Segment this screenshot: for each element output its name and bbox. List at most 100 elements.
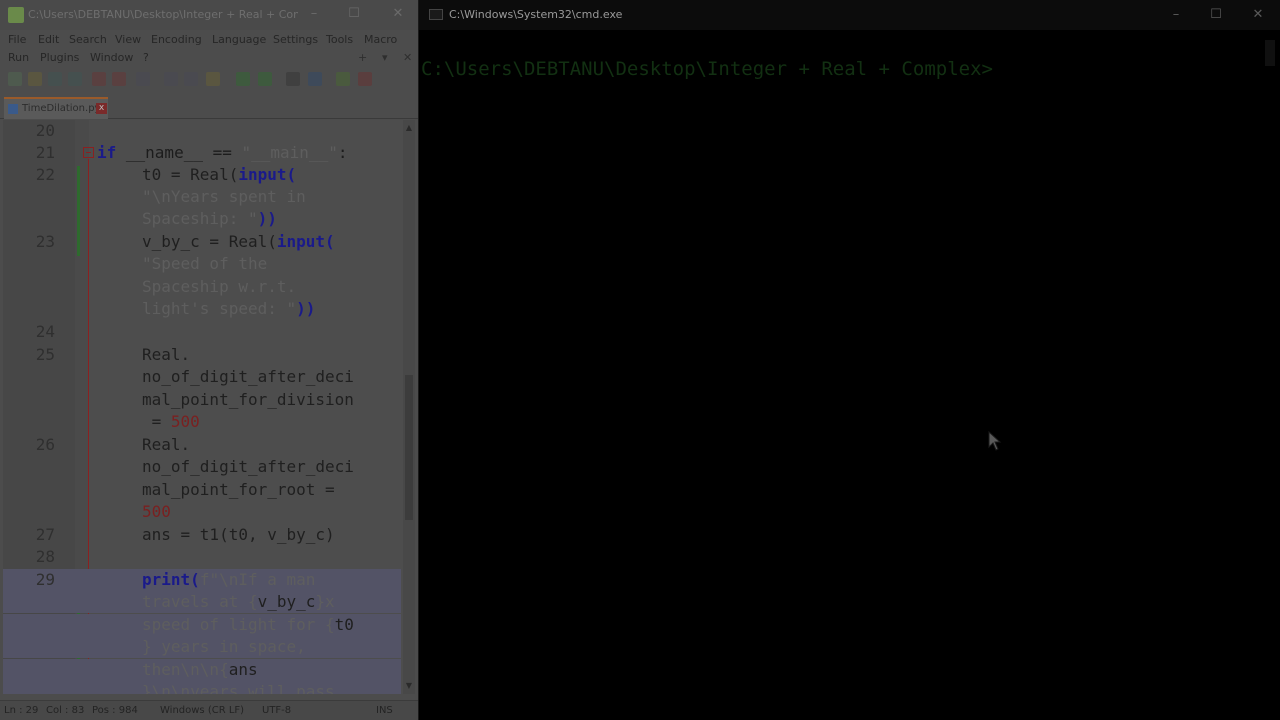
zoom-in-icon[interactable] xyxy=(336,72,350,86)
close-icon[interactable]: ✕ xyxy=(1249,6,1267,24)
code-token: ans xyxy=(228,660,258,679)
code-token: }\n\nyears will pass xyxy=(142,682,335,694)
line-number: 29 xyxy=(35,570,55,589)
notepad-plus-plus-window: C:\Users\DEBTANU\Desktop\Integer + Real … xyxy=(0,0,418,720)
code-line-wrap: }\n\nyears will pass xyxy=(3,681,401,694)
code-token: } years in space, xyxy=(142,637,306,656)
replace-icon[interactable] xyxy=(308,72,322,86)
print-icon[interactable] xyxy=(136,72,150,86)
code-token: v_by_c = Real( xyxy=(142,232,277,251)
status-column: Col : 83 xyxy=(46,705,85,716)
code-token: no_of_digit_after_deci xyxy=(142,457,354,476)
menu-tools[interactable]: Tools xyxy=(326,33,353,46)
menu-window[interactable]: Window xyxy=(90,51,133,64)
find-icon[interactable] xyxy=(286,72,300,86)
code-token: then\n\n{ xyxy=(142,660,229,679)
status-insert-mode: INS xyxy=(376,705,393,716)
close-file-icon[interactable] xyxy=(92,72,106,86)
code-token: ( xyxy=(286,165,297,184)
code-line-current: 29 print(f"\nIf a man xyxy=(3,569,401,591)
file-saved-icon xyxy=(8,104,18,114)
status-position: Pos : 984 xyxy=(92,705,138,716)
menu-file[interactable]: File xyxy=(8,33,26,46)
code-token: ( xyxy=(190,570,200,589)
code-line: 27 ans = t1(t0, v_by_c) xyxy=(3,524,401,546)
code-line: 24 xyxy=(3,321,401,343)
npp-window-title: C:\Users\DEBTANU\Desktop\Integer + Real … xyxy=(28,8,298,21)
menu-macro[interactable]: Macro xyxy=(364,33,397,46)
add-tab-icon[interactable]: + xyxy=(358,51,367,64)
code-line-wrap: mal_point_for_division xyxy=(3,389,401,411)
close-all-icon[interactable] xyxy=(112,72,126,86)
code-line-wrap: no_of_digit_after_deci xyxy=(3,456,401,478)
code-token: input xyxy=(238,165,287,184)
npp-menu-bar-row2: Run Plugins Window ? + ▾ ✕ xyxy=(0,49,418,67)
cmd-title-bar[interactable]: C:\Windows\System32\cmd.exe – ☐ ✕ xyxy=(419,0,1280,30)
npp-toolbar xyxy=(0,69,418,91)
code-token: Real. xyxy=(142,345,191,364)
menu-help[interactable]: ? xyxy=(143,51,149,64)
open-file-icon[interactable] xyxy=(28,72,42,86)
tab-timedilation[interactable]: TimeDilation.py x xyxy=(4,97,108,119)
save-icon[interactable] xyxy=(48,72,62,86)
undo-icon[interactable] xyxy=(236,72,250,86)
code-line-wrap: travels at {v_by_c}x xyxy=(3,591,401,613)
code-token: if xyxy=(97,143,117,162)
minimize-icon[interactable]: – xyxy=(306,6,322,22)
code-line-wrap: Spaceship: ")) xyxy=(3,208,401,230)
menu-view[interactable]: View xyxy=(115,33,141,46)
menu-search[interactable]: Search xyxy=(69,33,107,46)
tab-label: TimeDilation.py xyxy=(22,103,101,114)
save-all-icon[interactable] xyxy=(68,72,82,86)
code-line-wrap: no_of_digit_after_deci xyxy=(3,366,401,388)
redo-icon[interactable] xyxy=(258,72,272,86)
scroll-up-icon[interactable]: ▲ xyxy=(403,122,415,134)
vertical-scrollbar[interactable]: ▲ ▼ xyxy=(403,120,415,694)
code-token: v_by_c xyxy=(257,592,316,611)
code-token: ( xyxy=(325,232,335,251)
status-line: Ln : 29 xyxy=(4,705,39,716)
line-number: 28 xyxy=(35,547,55,566)
line-number: 25 xyxy=(35,345,55,364)
menu-settings[interactable]: Settings xyxy=(273,33,318,46)
notepad-app-icon xyxy=(8,7,24,23)
tab-close-icon[interactable]: x xyxy=(96,103,107,114)
npp-menu-bar: File Edit Search View Encoding Language … xyxy=(0,31,418,49)
minimize-icon[interactable]: – xyxy=(1167,6,1185,24)
line-number: 20 xyxy=(35,121,55,140)
menu-plugins[interactable]: Plugins xyxy=(40,51,79,64)
code-token: print xyxy=(142,570,191,589)
code-line-wrap: "Speed of the xyxy=(3,253,401,275)
line-number: 23 xyxy=(35,232,55,251)
maximize-icon[interactable]: ☐ xyxy=(346,6,362,22)
cmd-scrollbar-thumb[interactable] xyxy=(1265,40,1275,66)
cmd-window-title: C:\Windows\System32\cmd.exe xyxy=(449,8,623,21)
code-token: Real. xyxy=(142,435,191,454)
menu-encoding[interactable]: Encoding xyxy=(151,33,202,46)
code-line-wrap: then\n\n{ans xyxy=(3,659,401,681)
cmd-prompt-line[interactable]: C:\Users\DEBTANU\Desktop\Integer + Real … xyxy=(421,58,993,80)
code-line: 21 if __name__ == "__main__": xyxy=(3,142,401,164)
close-icon[interactable]: ✕ xyxy=(390,6,406,22)
new-file-icon[interactable] xyxy=(8,72,22,86)
code-editor[interactable]: 20 21 if __name__ == "__main__": 22 t0 =… xyxy=(3,120,415,694)
code-line: 23 v_by_c = Real(input( xyxy=(3,231,401,253)
npp-title-bar[interactable]: C:\Users\DEBTANU\Desktop\Integer + Real … xyxy=(0,0,418,30)
scrollbar-thumb[interactable] xyxy=(405,375,413,520)
code-token: f"\nIf a man xyxy=(199,570,316,589)
menu-language[interactable]: Language xyxy=(212,33,266,46)
zoom-out-icon[interactable] xyxy=(358,72,372,86)
code-line: 26 Real. xyxy=(3,434,401,456)
maximize-icon[interactable]: ☐ xyxy=(1207,6,1225,24)
code-token: Spaceship: " xyxy=(142,209,258,228)
paste-icon[interactable] xyxy=(206,72,220,86)
close-doc-icon[interactable]: ✕ xyxy=(403,51,412,64)
copy-icon[interactable] xyxy=(184,72,198,86)
menu-run[interactable]: Run xyxy=(8,51,29,64)
scroll-down-icon[interactable]: ▼ xyxy=(403,680,415,692)
code-token: no_of_digit_after_deci xyxy=(142,367,354,386)
chevron-down-icon[interactable]: ▾ xyxy=(382,51,388,64)
menu-edit[interactable]: Edit xyxy=(38,33,59,46)
cut-icon[interactable] xyxy=(164,72,178,86)
code-line: 20 xyxy=(3,120,401,142)
